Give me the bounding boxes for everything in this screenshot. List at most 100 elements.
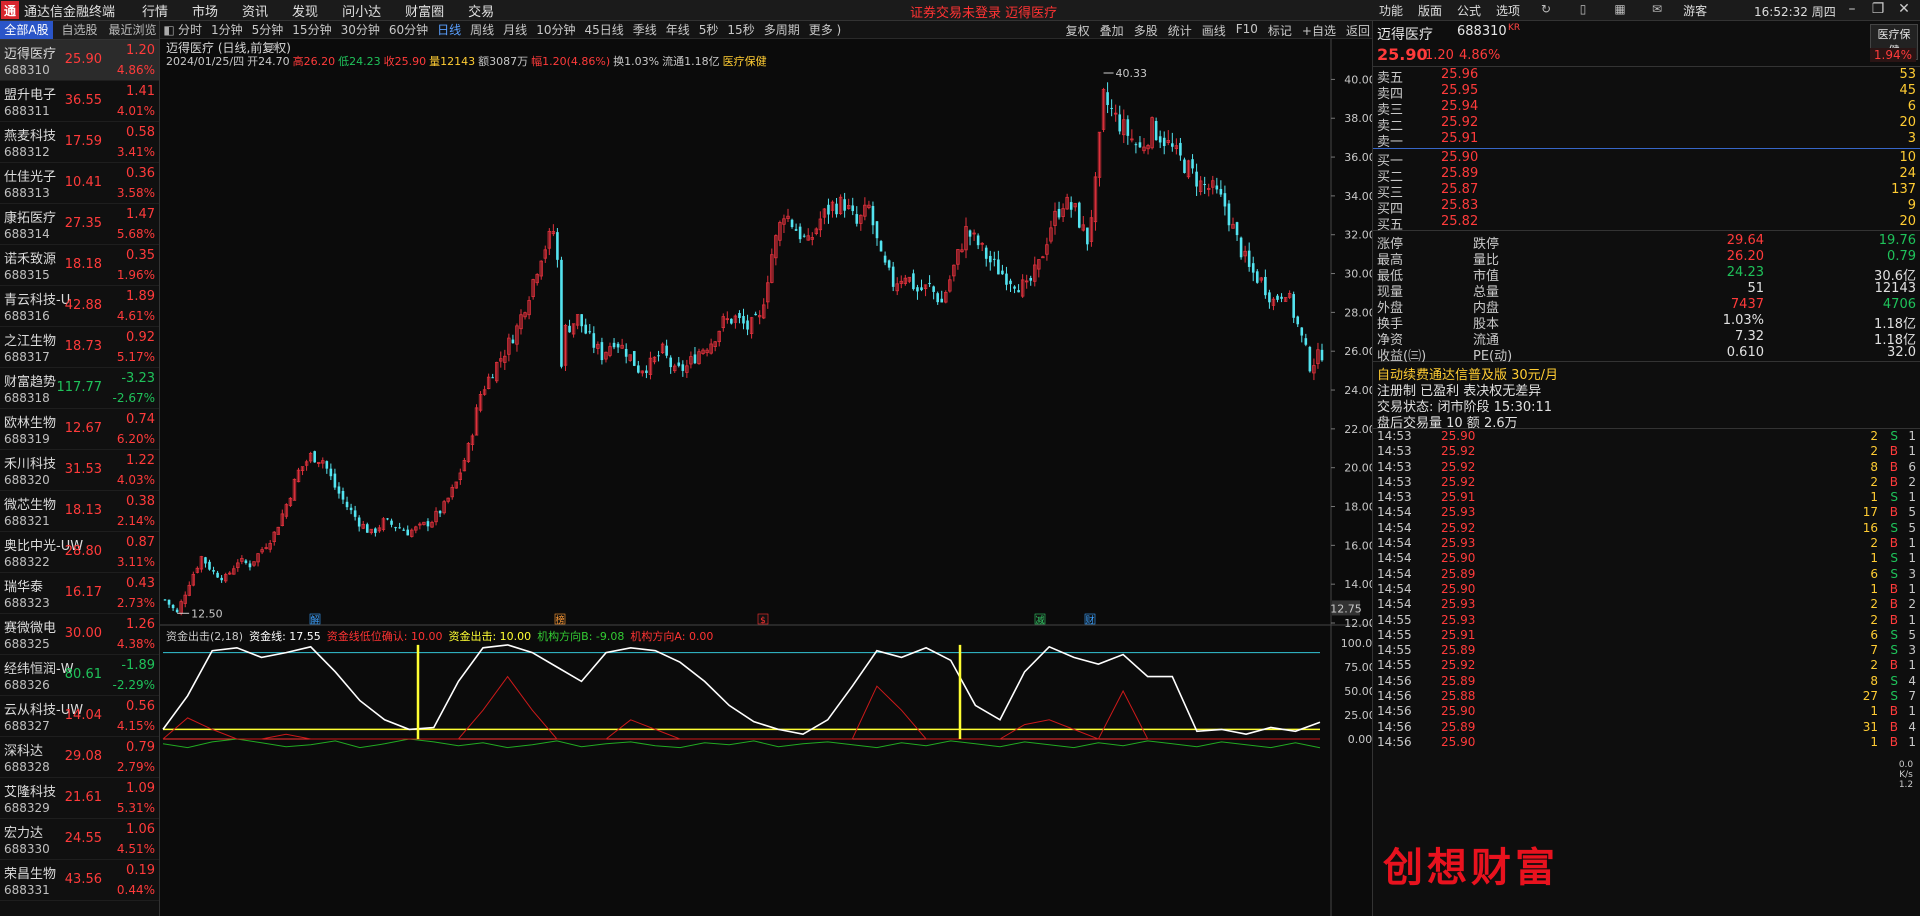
stock-row[interactable]: 深科达 688328 29.08 0.79 2.79% — [0, 737, 159, 778]
bid-row[interactable]: 买四 25.83 9 — [1373, 198, 1920, 217]
ask-row[interactable]: 卖三 25.94 6 — [1373, 99, 1920, 118]
stock-row[interactable]: 诺禾致源 688315 18.18 0.35 1.96% — [0, 245, 159, 286]
stock-row[interactable]: 微芯生物 688321 18.13 0.38 2.14% — [0, 491, 159, 532]
period-tab-10[interactable]: 45日线 — [584, 21, 623, 38]
period-tab-2[interactable]: 5分钟 — [252, 21, 284, 38]
refresh-icon[interactable]: ↻ — [1535, 2, 1557, 19]
period-tab-6[interactable]: 日线 — [437, 21, 461, 38]
stock-row[interactable]: 宏力达 688330 24.55 1.06 4.51% — [0, 819, 159, 860]
promo-link[interactable]: 自动续费通达信普及版 30元/月 — [1373, 364, 1920, 383]
stock-row-pct: 2.14% — [116, 514, 155, 528]
period-tab-3[interactable]: 15分钟 — [292, 21, 331, 38]
stock-row[interactable]: 欧林生物 688319 12.67 0.74 6.20% — [0, 409, 159, 450]
period-tab-5[interactable]: 60分钟 — [389, 21, 428, 38]
stock-row-change: 0.19 — [126, 863, 155, 878]
tick-side: S — [1890, 643, 1898, 658]
period-tab-1[interactable]: 1分钟 — [211, 21, 243, 38]
panel-toggle-icon[interactable]: ◧ — [160, 23, 178, 37]
period-tab-8[interactable]: 月线 — [503, 21, 527, 38]
chart-tool-6[interactable]: 标记 — [1268, 22, 1292, 39]
menu-5[interactable]: 财富圈 — [405, 1, 444, 20]
top-menu-1[interactable]: 版面 — [1418, 2, 1442, 19]
stock-row[interactable]: 青云科技-U 688316 42.88 1.89 4.61% — [0, 286, 159, 327]
top-menu-2[interactable]: 公式 — [1457, 2, 1481, 19]
chart-tool-4[interactable]: 画线 — [1202, 22, 1226, 39]
stock-row[interactable]: 艾隆科技 688329 21.61 1.09 5.31% — [0, 778, 159, 819]
close-icon[interactable]: ✕ — [1892, 1, 1916, 17]
stock-row[interactable]: 燕麦科技 688312 17.59 0.58 3.41% — [0, 122, 159, 163]
stock-row[interactable]: 盟升电子 688311 36.55 1.41 4.01% — [0, 81, 159, 122]
grid-icon[interactable]: ▦ — [1609, 2, 1631, 19]
tick-row: 14:55 25.92 2 B 1 — [1373, 658, 1920, 673]
chart-tool-7[interactable]: +自选 — [1302, 22, 1336, 39]
period-tab-12[interactable]: 年线 — [666, 21, 690, 38]
top-menu-3[interactable]: 选项 — [1496, 2, 1520, 19]
chart-area[interactable]: 40.00 38.00 36.00 34.00 32.00 30.00 28.00 26.00… — [160, 39, 1372, 916]
period-tab-14[interactable]: 15秒 — [727, 21, 754, 38]
stock-row[interactable]: 财富趋势 688318 117.77 -3.23 -2.67% — [0, 368, 159, 409]
stock-row[interactable]: 云从科技-UW 688327 14.04 0.56 4.15% — [0, 696, 159, 737]
period-tab-9[interactable]: 10分钟 — [536, 21, 575, 38]
user-label[interactable]: 游客 — [1683, 2, 1707, 19]
top-menu-0[interactable]: 功能 — [1379, 2, 1403, 19]
period-tab-11[interactable]: 季线 — [633, 21, 657, 38]
period-tab-7[interactable]: 周线 — [470, 21, 494, 38]
ask-row[interactable]: 卖二 25.92 20 — [1373, 115, 1920, 134]
stock-row[interactable]: 瑞华泰 688323 16.17 0.43 2.73% — [0, 573, 159, 614]
menu-1[interactable]: 市场 — [192, 1, 218, 20]
stock-row[interactable]: 经纬恒润-W 688326 80.61 -1.89 -2.29% — [0, 655, 159, 696]
candle-body — [1106, 92, 1109, 106]
tab-1[interactable]: 自选股 — [53, 21, 106, 39]
menu-0[interactable]: 行情 — [142, 1, 168, 20]
period-tab-16[interactable]: 更多 ) — [809, 21, 842, 38]
stock-row-pct: 4.01% — [116, 104, 155, 118]
ask-row[interactable]: 卖五 25.96 53 — [1373, 67, 1920, 86]
ask-row[interactable]: 卖四 25.95 45 — [1373, 83, 1920, 102]
kline-chart[interactable]: 40.00 38.00 36.00 34.00 32.00 30.00 28.00 26.00… — [160, 39, 1372, 916]
chart-tool-5[interactable]: F10 — [1236, 22, 1258, 39]
period-tab-0[interactable]: 分时 — [178, 21, 202, 38]
chart-tool-3[interactable]: 统计 — [1168, 22, 1192, 39]
stock-row[interactable]: 迈得医疗 688310 25.90 1.20 4.86% — [0, 40, 159, 81]
chart-tool-2[interactable]: 多股 — [1134, 22, 1158, 39]
candle-body — [1118, 114, 1122, 132]
minimize-icon[interactable]: – — [1840, 1, 1864, 17]
tab-2[interactable]: 最近浏览 — [106, 21, 159, 39]
ask-row[interactable]: 卖一 25.91 3 — [1373, 131, 1920, 150]
period-tab-4[interactable]: 30分钟 — [341, 21, 380, 38]
period-tab-13[interactable]: 5秒 — [699, 21, 719, 38]
message-icon[interactable]: ✉ — [1646, 2, 1668, 19]
indicator-legend-item-0: 资金出击(2,18) — [166, 630, 244, 643]
stock-row-name: 瑞华泰 — [4, 580, 44, 595]
chart-tool-8[interactable]: 返回 — [1346, 22, 1370, 39]
speed-unit: K/s — [1899, 770, 1913, 780]
stock-row[interactable]: 之江生物 688317 18.73 0.92 5.17% — [0, 327, 159, 368]
chart-title-close-icon[interactable]: ⊗ — [270, 40, 279, 53]
chart-tool-1[interactable]: 叠加 — [1100, 22, 1124, 39]
ohlc-item-10: 医疗保健 — [722, 55, 767, 68]
tick-price: 25.93 — [1441, 597, 1476, 612]
stock-row[interactable]: 康拓医疗 688314 27.35 1.47 5.68% — [0, 204, 159, 245]
phone-icon[interactable]: ▯ — [1572, 2, 1594, 19]
stock-row[interactable]: 仕佳光子 688313 10.41 0.36 3.58% — [0, 163, 159, 204]
stock-row[interactable]: 禾川科技 688320 31.53 1.22 4.03% — [0, 450, 159, 491]
bid-row[interactable]: 买五 25.82 20 — [1373, 214, 1920, 233]
bid-row[interactable]: 买三 25.87 137 — [1373, 182, 1920, 201]
stock-row[interactable]: 赛微微电 688325 30.00 1.26 4.38% — [0, 614, 159, 655]
stock-row[interactable]: 荣昌生物 688331 43.56 0.19 0.44% — [0, 860, 159, 901]
menu-6[interactable]: 交易 — [468, 1, 494, 20]
tab-0[interactable]: 全部A股 — [0, 21, 53, 39]
bid-row[interactable]: 买二 25.89 24 — [1373, 166, 1920, 185]
stock-row[interactable]: 奥比中光-UW 688322 28.80 0.87 3.11% — [0, 532, 159, 573]
tick-side: B — [1889, 474, 1898, 489]
menu-2[interactable]: 资讯 — [242, 1, 268, 20]
chart-tool-0[interactable]: 复权 — [1066, 22, 1090, 39]
restore-icon[interactable]: ❐ — [1866, 1, 1890, 17]
period-tab-15[interactable]: 多周期 — [764, 21, 800, 38]
menu-3[interactable]: 发现 — [292, 1, 318, 20]
candle-body — [1086, 227, 1089, 245]
bid-row[interactable]: 买一 25.90 10 — [1373, 150, 1920, 169]
ask-volume: 53 — [1899, 67, 1916, 82]
menu-4[interactable]: 问小达 — [342, 1, 381, 20]
stock-row-price: 27.35 — [64, 216, 102, 231]
